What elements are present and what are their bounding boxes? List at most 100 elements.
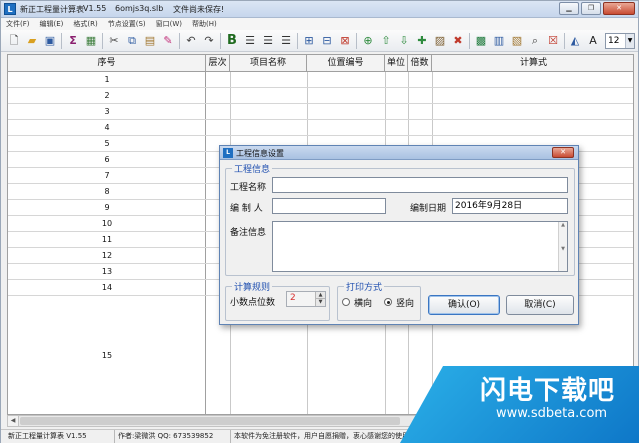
- landscape-label[interactable]: 横向: [354, 296, 372, 309]
- menu-help[interactable]: 帮助(H): [192, 18, 217, 30]
- title-bar[interactable]: L 新正工程量计算表 V1.55 6omjs3q.slb 文件尚未保存! ▁ ❐…: [1, 1, 638, 18]
- confirm-button[interactable]: 确认(O): [428, 295, 500, 315]
- col-header-multiplier[interactable]: 倍数: [408, 55, 432, 72]
- font-color-icon[interactable]: A: [585, 33, 601, 49]
- table-row[interactable]: 3: [8, 104, 633, 120]
- notes-scrollbar[interactable]: ▲ ▼: [558, 222, 567, 271]
- sum-icon[interactable]: Σ: [65, 33, 81, 49]
- close-icon[interactable]: ✕: [552, 147, 574, 158]
- table-row[interactable]: 1: [8, 72, 633, 88]
- bold-icon[interactable]: B: [224, 33, 240, 49]
- table-icon[interactable]: ▥: [491, 33, 507, 49]
- insert-row-icon[interactable]: ⊞: [301, 33, 317, 49]
- file-name: 6omjs3q.slb: [115, 4, 164, 13]
- row-number: 1: [104, 75, 110, 84]
- redo-icon[interactable]: ↷: [201, 33, 217, 49]
- paste-icon[interactable]: ▤: [142, 33, 158, 49]
- decimals-stepper[interactable]: 2 ▲ ▼: [286, 291, 326, 307]
- row-number: 3: [104, 107, 110, 116]
- row-number: 2: [104, 91, 110, 100]
- scroll-thumb[interactable]: [20, 417, 400, 425]
- col-header-level[interactable]: 层次: [206, 55, 230, 72]
- row-number: 7: [104, 171, 110, 180]
- dialog-title-bar[interactable]: L 工程信息设置 ✕: [220, 146, 578, 160]
- col-header-formula[interactable]: 计算式: [432, 55, 633, 72]
- app-logo-icon: L: [4, 3, 16, 15]
- cut-icon[interactable]: ✂: [106, 33, 122, 49]
- table-row[interactable]: 2: [8, 88, 633, 104]
- row-number: 4: [104, 123, 110, 132]
- menu-file[interactable]: 文件(F): [6, 18, 30, 30]
- font-size-select[interactable]: 12 ▼: [605, 33, 635, 49]
- search-icon[interactable]: ⌕: [527, 33, 543, 49]
- copy-icon[interactable]: ⧉: [124, 33, 140, 49]
- excel-icon[interactable]: ▩: [473, 33, 489, 49]
- landscape-radio[interactable]: [342, 298, 350, 306]
- toolbar-separator: [220, 33, 221, 49]
- row-number: 15: [101, 351, 113, 360]
- undo-icon[interactable]: ↶: [183, 33, 199, 49]
- save-icon[interactable]: ▣: [42, 33, 58, 49]
- move-down-icon[interactable]: ⇩: [396, 33, 412, 49]
- chevron-down-icon[interactable]: ▼: [315, 299, 325, 306]
- status-app-info: 新正工程量计算表 V1.55: [5, 430, 115, 443]
- toolbar-separator: [469, 33, 470, 49]
- toolbar-separator: [297, 33, 298, 49]
- editor-input[interactable]: [272, 198, 386, 214]
- grid-header: 序号 层次 项目名称 位置编号 单位 倍数 计算式: [8, 55, 633, 72]
- calculator-icon[interactable]: ▦: [83, 33, 99, 49]
- close-icon[interactable]: ✕: [603, 2, 635, 15]
- picture-icon[interactable]: ▨: [432, 33, 448, 49]
- project-info-dialog: L 工程信息设置 ✕ 工程信息 工程名称 编 制 人 编制日期 2016年9月2…: [219, 145, 579, 325]
- fill-color-icon[interactable]: ◭: [567, 33, 583, 49]
- col-header-unit[interactable]: 单位: [385, 55, 408, 72]
- menu-edit[interactable]: 编辑(E): [40, 18, 64, 30]
- add-node-icon[interactable]: ⊕: [360, 33, 376, 49]
- cancel-button[interactable]: 取消(C): [506, 295, 574, 315]
- delete-item-icon[interactable]: ✖: [450, 33, 466, 49]
- project-name-input[interactable]: [272, 177, 568, 193]
- decimals-value: 2: [290, 293, 296, 303]
- table-row[interactable]: 4: [8, 120, 633, 136]
- group-title: 计算规则: [232, 280, 273, 293]
- font-size-value: 12: [608, 36, 620, 46]
- add-item-icon[interactable]: ✚: [414, 33, 430, 49]
- new-file-icon[interactable]: 🗋: [6, 33, 22, 49]
- move-up-icon[interactable]: ⇧: [378, 33, 394, 49]
- chevron-down-icon[interactable]: ▼: [625, 34, 634, 48]
- col-header-position[interactable]: 位置编号: [307, 55, 385, 72]
- restore-icon[interactable]: ❐: [581, 2, 601, 15]
- menu-node-settings[interactable]: 节点设置(S): [108, 18, 146, 30]
- date-input[interactable]: 2016年9月28日: [452, 198, 568, 214]
- col-header-item-name[interactable]: 项目名称: [230, 55, 307, 72]
- minimize-icon[interactable]: ▁: [559, 2, 579, 15]
- watermark-url: www.sdbeta.com: [496, 406, 608, 421]
- copy-table-icon[interactable]: ▧: [509, 33, 525, 49]
- align-center-icon[interactable]: ☰: [260, 33, 276, 49]
- portrait-radio[interactable]: [384, 298, 392, 306]
- toolbar-separator: [179, 33, 180, 49]
- open-folder-icon[interactable]: ▰: [24, 33, 40, 49]
- delete-cell-icon[interactable]: ⊠: [337, 33, 353, 49]
- insert-column-icon[interactable]: ⊟: [319, 33, 335, 49]
- portrait-label[interactable]: 竖向: [396, 296, 414, 309]
- app-version: V1.55: [83, 4, 107, 13]
- row-number: 13: [101, 267, 113, 276]
- menu-window[interactable]: 窗口(W): [156, 18, 182, 30]
- toolbar: 🗋 ▰ ▣ Σ ▦ ✂ ⧉ ▤ ✎ ↶ ↷ B ☰ ☰ ☰ ⊞ ⊟ ⊠ ⊕ ⇧ …: [1, 30, 638, 52]
- notes-textarea[interactable]: ▲ ▼: [272, 221, 568, 272]
- scroll-left-icon[interactable]: ◀: [8, 416, 19, 426]
- save-status: 文件尚未保存!: [173, 5, 225, 14]
- row-number: 12: [101, 251, 113, 260]
- toolbar-separator: [356, 33, 357, 49]
- dialog-title: 工程信息设置: [236, 149, 284, 158]
- eraser-icon[interactable]: ✎: [160, 33, 176, 49]
- menu-format[interactable]: 格式(R): [73, 18, 97, 30]
- align-left-icon[interactable]: ☰: [242, 33, 258, 49]
- row-number: 8: [104, 187, 110, 196]
- col-header-seq[interactable]: 序号: [8, 55, 206, 72]
- close-doc-icon[interactable]: ☒: [545, 33, 561, 49]
- toolbar-separator: [61, 33, 62, 49]
- align-right-icon[interactable]: ☰: [278, 33, 294, 49]
- chevron-up-icon[interactable]: ▲: [315, 292, 325, 299]
